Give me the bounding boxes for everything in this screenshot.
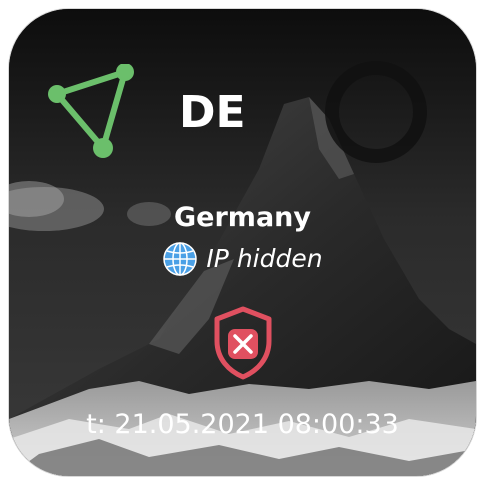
- vpn-status-widget[interactable]: DE Germany IP hidden t: 21.05.2021 08:00…: [9, 9, 476, 476]
- ip-status-row: IP hidden: [9, 241, 476, 277]
- protonvpn-triangle-logo-icon: [48, 64, 134, 158]
- shield-x-icon: [214, 306, 272, 380]
- country-code: DE: [179, 87, 246, 138]
- ip-status-text: IP hidden: [206, 244, 323, 273]
- country-name: Germany: [174, 202, 311, 233]
- timestamp: t: 21.05.2021 08:00:33: [86, 409, 399, 440]
- ring-icon: [325, 61, 427, 163]
- globe-icon: [163, 242, 198, 276]
